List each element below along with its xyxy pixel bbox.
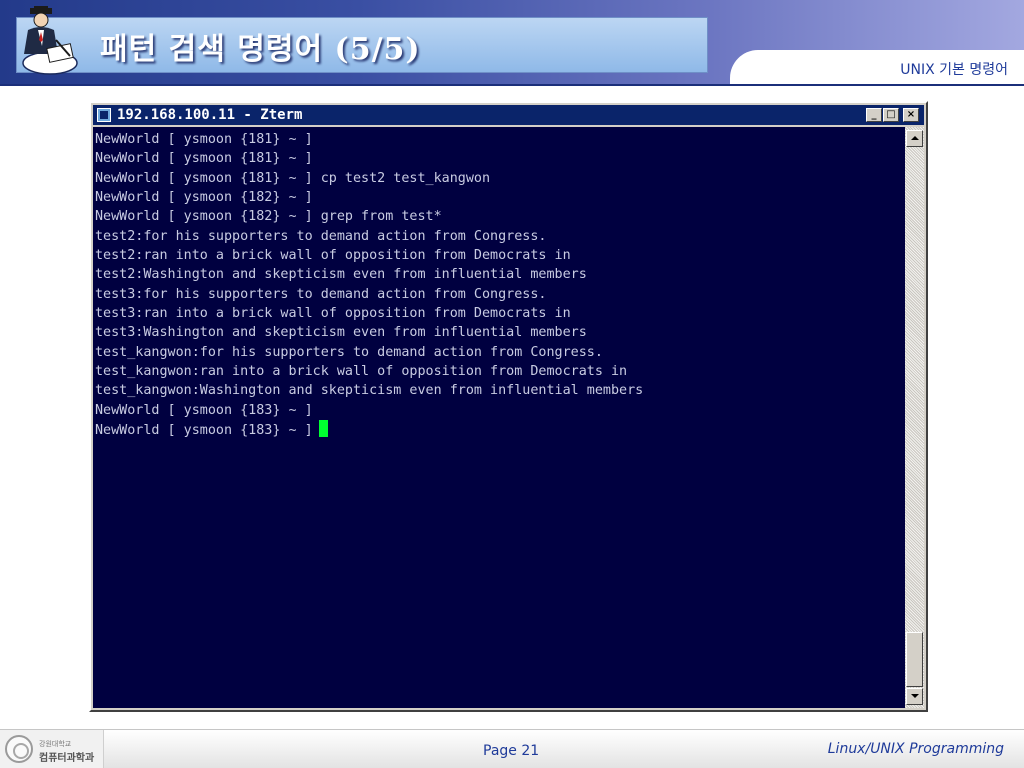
minimize-button[interactable]: _ [866,108,882,122]
slide-title: 패턴 검색 명령어 (5/5) [100,32,421,67]
slide-subtitle: UNIX 기본 명령어 [900,62,1008,78]
terminal-line: NewWorld [ ysmoon {181} ~ ] [95,132,313,147]
terminal-window: 192.168.100.11 - Zterm _ □ × NewWorld [ … [89,101,928,712]
terminal-titlebar[interactable]: 192.168.100.11 - Zterm _ □ × [93,105,924,125]
terminal-line: test2:ran into a brick wall of oppositio… [95,248,571,264]
vertical-scrollbar[interactable] [905,127,924,708]
close-button[interactable]: × [903,108,919,122]
terminal-line: test2:Washington and skepticism even fro… [95,267,587,283]
terminal-line: test3:for his supporters to demand actio… [95,286,547,302]
page-number: Page 21 [483,743,540,759]
university-seal-icon [5,735,33,763]
header-banner: 패턴 검색 명령어 (5/5) UNIX 기본 명령어 [0,0,1024,86]
terminal-line: NewWorld [ ysmoon {181} ~ ] cp test2 tes… [95,170,491,186]
terminal-line: test3:Washington and skepticism even fro… [95,325,587,341]
terminal-line: test2:for his supporters to demand actio… [95,228,547,244]
department-name: 컴퓨터과학과 [39,753,95,764]
university-logo: 강원대학교 컴퓨터과학과 [0,730,104,768]
banner-divider [0,84,1024,86]
scrollbar-thumb[interactable] [906,632,923,687]
university-name: 강원대학교 [39,740,72,748]
terminal-line: test3:ran into a brick wall of oppositio… [95,306,571,322]
terminal-app-icon[interactable] [97,108,111,122]
terminal-line: NewWorld [ ysmoon {181} ~ ] [95,151,313,167]
terminal-line: test_kangwon:Washington and skepticism e… [95,383,644,399]
writer-clipart-icon [22,6,78,75]
maximize-button[interactable]: □ [883,108,899,122]
scroll-down-arrow-icon[interactable] [906,688,923,705]
terminal-line: NewWorld [ ysmoon {183} ~ ] [95,402,313,418]
terminal-cursor [318,420,328,438]
terminal-screen[interactable]: NewWorld [ ysmoon {181} ~ ] NewWorld [ y… [93,127,905,708]
terminal-line: NewWorld [ ysmoon {182} ~ ] grep from te… [95,209,442,225]
terminal-window-title: 192.168.100.11 - Zterm [117,107,303,123]
slide-footer: 강원대학교 컴퓨터과학과 Page 21 Linux/UNIX Programm… [0,729,1024,768]
terminal-prompt: NewWorld [ ysmoon {183} ~ ] [95,423,313,439]
terminal-prompt-line: NewWorld [ ysmoon {183} ~ ] [95,420,905,439]
terminal-line: test_kangwon:for his supporters to deman… [95,344,603,360]
scroll-up-arrow-icon[interactable] [906,130,923,147]
terminal-line: NewWorld [ ysmoon {182} ~ ] [95,190,313,206]
terminal-line: test_kangwon:ran into a brick wall of op… [95,364,628,380]
course-name: Linux/UNIX Programming [827,741,1004,757]
